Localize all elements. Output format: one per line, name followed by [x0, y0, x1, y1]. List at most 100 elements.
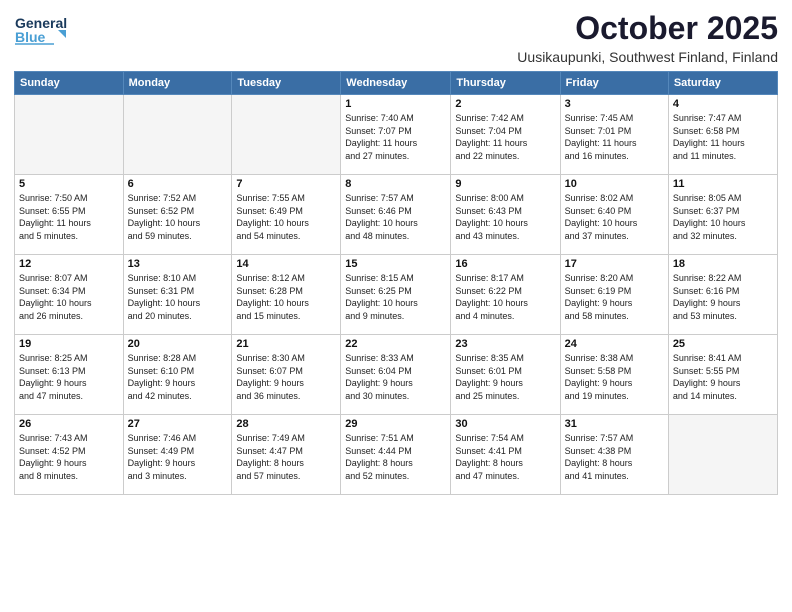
day-info: Sunrise: 8:33 AM Sunset: 6:04 PM Dayligh…	[345, 352, 446, 402]
calendar-cell: 1Sunrise: 7:40 AM Sunset: 7:07 PM Daylig…	[341, 95, 451, 175]
calendar-cell: 29 Sunrise: 7:51 AM Sunset: 4:44 PM Dayli…	[341, 415, 451, 495]
weekday-header-thursday: Thursday	[451, 72, 560, 95]
day-info: Sunrise: 8:10 AM Sunset: 6:31 PM Dayligh…	[128, 272, 228, 322]
page: General Blue October 2025 Uusikaupunki, …	[0, 0, 792, 612]
day-number: 25	[673, 338, 773, 350]
calendar-cell: 20 Sunrise: 8:28 AM Sunset: 6:10 PM Dayli…	[123, 335, 232, 415]
day-number: 12	[19, 258, 119, 270]
calendar-cell: 10 Sunrise: 8:02 AM Sunset: 6:40 PM Dayli…	[560, 175, 668, 255]
week-row-3: 12 Sunrise: 8:07 AM Sunset: 6:34 PM Dayli…	[15, 255, 778, 335]
weekday-header-wednesday: Wednesday	[341, 72, 451, 95]
day-number: 21	[236, 338, 336, 350]
calendar-cell: 13 Sunrise: 8:10 AM Sunset: 6:31 PM Dayli…	[123, 255, 232, 335]
calendar-cell: 2 Sunrise: 7:42 AM Sunset: 7:04 PM Daylig…	[451, 95, 560, 175]
day-number: 20	[128, 338, 228, 350]
calendar-cell: 26 Sunrise: 7:43 AM Sunset: 4:52 PM Dayli…	[15, 415, 124, 495]
day-info: Sunrise: 7:54 AM Sunset: 4:41 PM Dayligh…	[455, 432, 555, 482]
day-info: Sunrise: 7:50 AM Sunset: 6:55 PM Dayligh…	[19, 192, 119, 242]
calendar-cell: 15Sunrise: 8:15 AM Sunset: 6:25 PM Dayli…	[341, 255, 451, 335]
weekday-header-row: SundayMondayTuesdayWednesdayThursdayFrid…	[15, 72, 778, 95]
day-number: 17	[565, 258, 664, 270]
day-number: 16	[455, 258, 555, 270]
day-info: Sunrise: 7:47 AM Sunset: 6:58 PM Dayligh…	[673, 112, 773, 162]
calendar-cell: 17 Sunrise: 8:20 AM Sunset: 6:19 PM Dayli…	[560, 255, 668, 335]
calendar-cell: 12 Sunrise: 8:07 AM Sunset: 6:34 PM Dayli…	[15, 255, 124, 335]
calendar-cell: 23Sunrise: 8:35 AM Sunset: 6:01 PM Dayli…	[451, 335, 560, 415]
calendar-cell: 9 Sunrise: 8:00 AM Sunset: 6:43 PM Daylig…	[451, 175, 560, 255]
day-number: 24	[565, 338, 664, 350]
calendar-cell: 22 Sunrise: 8:33 AM Sunset: 6:04 PM Dayli…	[341, 335, 451, 415]
calendar-cell: 11 Sunrise: 8:05 AM Sunset: 6:37 PM Dayli…	[668, 175, 777, 255]
day-info: Sunrise: 8:22 AM Sunset: 6:16 PM Dayligh…	[673, 272, 773, 322]
day-info: Sunrise: 7:49 AM Sunset: 4:47 PM Dayligh…	[236, 432, 336, 482]
day-number: 13	[128, 258, 228, 270]
calendar-cell: 4Sunrise: 7:47 AM Sunset: 6:58 PM Daylig…	[668, 95, 777, 175]
calendar-cell: 5 Sunrise: 7:50 AM Sunset: 6:55 PM Daylig…	[15, 175, 124, 255]
week-row-1: 1Sunrise: 7:40 AM Sunset: 7:07 PM Daylig…	[15, 95, 778, 175]
month-title: October 2025	[517, 10, 778, 47]
day-number: 29	[345, 418, 446, 430]
day-info: Sunrise: 7:45 AM Sunset: 7:01 PM Dayligh…	[565, 112, 664, 162]
calendar-cell: 28 Sunrise: 7:49 AM Sunset: 4:47 PM Dayli…	[232, 415, 341, 495]
logo-svg: General Blue	[14, 10, 72, 52]
day-info: Sunrise: 8:28 AM Sunset: 6:10 PM Dayligh…	[128, 352, 228, 402]
calendar-cell	[668, 415, 777, 495]
day-number: 7	[236, 178, 336, 190]
day-info: Sunrise: 7:57 AM Sunset: 6:46 PM Dayligh…	[345, 192, 446, 242]
calendar-cell: 25 Sunrise: 8:41 AM Sunset: 5:55 PM Dayli…	[668, 335, 777, 415]
calendar-cell: 6Sunrise: 7:52 AM Sunset: 6:52 PM Daylig…	[123, 175, 232, 255]
header: General Blue October 2025 Uusikaupunki, …	[14, 10, 778, 65]
day-number: 22	[345, 338, 446, 350]
day-info: Sunrise: 8:00 AM Sunset: 6:43 PM Dayligh…	[455, 192, 555, 242]
day-info: Sunrise: 7:51 AM Sunset: 4:44 PM Dayligh…	[345, 432, 446, 482]
day-number: 26	[19, 418, 119, 430]
day-number: 14	[236, 258, 336, 270]
day-info: Sunrise: 8:05 AM Sunset: 6:37 PM Dayligh…	[673, 192, 773, 242]
day-number: 9	[455, 178, 555, 190]
day-info: Sunrise: 8:41 AM Sunset: 5:55 PM Dayligh…	[673, 352, 773, 402]
day-number: 23	[455, 338, 555, 350]
calendar-cell: 8 Sunrise: 7:57 AM Sunset: 6:46 PM Daylig…	[341, 175, 451, 255]
day-info: Sunrise: 8:12 AM Sunset: 6:28 PM Dayligh…	[236, 272, 336, 322]
day-info: Sunrise: 7:46 AM Sunset: 4:49 PM Dayligh…	[128, 432, 228, 482]
calendar-cell: 3 Sunrise: 7:45 AM Sunset: 7:01 PM Daylig…	[560, 95, 668, 175]
calendar-cell: 14 Sunrise: 8:12 AM Sunset: 6:28 PM Dayli…	[232, 255, 341, 335]
day-number: 5	[19, 178, 119, 190]
weekday-header-friday: Friday	[560, 72, 668, 95]
svg-text:Blue: Blue	[15, 29, 46, 45]
day-info: Sunrise: 8:20 AM Sunset: 6:19 PM Dayligh…	[565, 272, 664, 322]
location-title: Uusikaupunki, Southwest Finland, Finland	[517, 49, 778, 65]
day-number: 30	[455, 418, 555, 430]
week-row-2: 5 Sunrise: 7:50 AM Sunset: 6:55 PM Daylig…	[15, 175, 778, 255]
day-info: Sunrise: 8:38 AM Sunset: 5:58 PM Dayligh…	[565, 352, 664, 402]
day-number: 3	[565, 98, 664, 110]
calendar-cell: 30 Sunrise: 7:54 AM Sunset: 4:41 PM Dayli…	[451, 415, 560, 495]
calendar-cell: 21 Sunrise: 8:30 AM Sunset: 6:07 PM Dayli…	[232, 335, 341, 415]
day-number: 10	[565, 178, 664, 190]
day-number: 11	[673, 178, 773, 190]
calendar-cell: 16Sunrise: 8:17 AM Sunset: 6:22 PM Dayli…	[451, 255, 560, 335]
calendar-cell	[15, 95, 124, 175]
calendar-table: SundayMondayTuesdayWednesdayThursdayFrid…	[14, 71, 778, 495]
day-info: Sunrise: 7:40 AM Sunset: 7:07 PM Dayligh…	[345, 112, 446, 162]
day-info: Sunrise: 7:42 AM Sunset: 7:04 PM Dayligh…	[455, 112, 555, 162]
day-number: 6	[128, 178, 228, 190]
day-number: 28	[236, 418, 336, 430]
day-info: Sunrise: 8:25 AM Sunset: 6:13 PM Dayligh…	[19, 352, 119, 402]
day-info: Sunrise: 8:07 AM Sunset: 6:34 PM Dayligh…	[19, 272, 119, 322]
day-number: 15	[345, 258, 446, 270]
day-info: Sunrise: 7:55 AM Sunset: 6:49 PM Dayligh…	[236, 192, 336, 242]
day-info: Sunrise: 7:43 AM Sunset: 4:52 PM Dayligh…	[19, 432, 119, 482]
day-info: Sunrise: 8:02 AM Sunset: 6:40 PM Dayligh…	[565, 192, 664, 242]
day-number: 8	[345, 178, 446, 190]
calendar-cell	[123, 95, 232, 175]
day-number: 18	[673, 258, 773, 270]
day-number: 2	[455, 98, 555, 110]
weekday-header-monday: Monday	[123, 72, 232, 95]
week-row-4: 19 Sunrise: 8:25 AM Sunset: 6:13 PM Dayli…	[15, 335, 778, 415]
day-info: Sunrise: 7:57 AM Sunset: 4:38 PM Dayligh…	[565, 432, 664, 482]
calendar-cell: 7 Sunrise: 7:55 AM Sunset: 6:49 PM Daylig…	[232, 175, 341, 255]
day-info: Sunrise: 8:30 AM Sunset: 6:07 PM Dayligh…	[236, 352, 336, 402]
logo: General Blue	[14, 10, 72, 52]
day-number: 19	[19, 338, 119, 350]
